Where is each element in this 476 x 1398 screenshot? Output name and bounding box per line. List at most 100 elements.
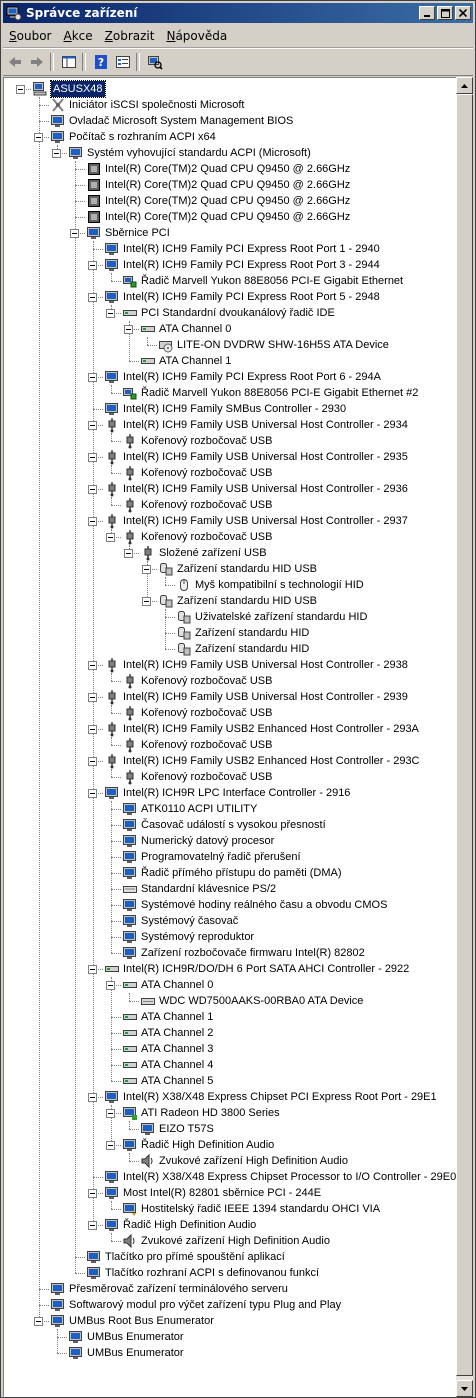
back-button[interactable] [5,52,25,72]
tree-node[interactable]: Intel(R) Core(TM)2 Quad CPU Q9450 @ 2.66… [86,161,350,177]
tree-node[interactable]: Intel(R) ICH9 Family USB Universal Host … [104,481,408,497]
tree-node[interactable]: UMBus Enumerator [68,1329,184,1345]
tree-node[interactable]: Most Intel(R) 82801 sběrnice PCI - 244E [104,1185,321,1201]
collapse-toggle-icon[interactable] [70,229,79,238]
tree-node[interactable]: Intel(R) ICH9 Family PCI Express Root Po… [104,257,380,273]
tree-node[interactable]: Uživatelské zařízení standardu HID [176,609,367,625]
tree-node[interactable]: WDC WD7500AAKS-00RBA0 ATA Device [140,993,363,1009]
collapse-toggle-icon[interactable] [88,725,97,734]
tree-node[interactable]: Intel(R) ICH9 Family USB Universal Host … [104,689,408,705]
collapse-toggle-icon[interactable] [124,325,133,334]
collapse-toggle-icon[interactable] [106,309,115,318]
tree-node[interactable]: Zařízení standardu HID USB [158,561,317,577]
title-bar[interactable]: Správce zařízení [3,3,473,23]
scan-hardware-button[interactable] [145,52,165,72]
minimize-button[interactable] [419,6,435,20]
tree-node[interactable]: Intel(R) X38/X48 Express Chipset PCI Exp… [104,1089,437,1105]
tree-node[interactable]: Myš kompatibilní s technologií HID [176,577,364,593]
help-button[interactable]: ? [91,52,111,72]
tree-node[interactable]: Časovač událostí s vysokou přesností [122,817,326,833]
tree-node[interactable]: EIZO T57S [140,1121,214,1137]
tree-node[interactable]: ATK0110 ACPI UTILITY [122,801,257,817]
tree-node[interactable]: ATA Channel 4 [122,1057,213,1073]
collapse-toggle-icon[interactable] [88,789,97,798]
tree-node[interactable]: Kořenový rozbočovač USB [122,497,272,513]
menu-akce[interactable]: Akce [57,29,98,43]
collapse-toggle-icon[interactable] [88,757,97,766]
collapse-toggle-icon[interactable] [88,1189,97,1198]
collapse-toggle-icon[interactable] [88,693,97,702]
tree-node[interactable]: Intel(R) ICH9 Family USB Universal Host … [104,657,408,673]
tree-node[interactable]: Řadič přímého přístupu do paměti (DMA) [122,865,342,881]
tree-node[interactable]: Řadič High Definition Audio [122,1137,274,1153]
tree-node[interactable]: Kořenový rozbočovač USB [122,465,272,481]
tree-node[interactable]: Iniciátor iSCSI společnosti Microsoft [50,97,244,113]
tree-node[interactable]: Intel(R) ICH9R LPC Interface Controller … [104,785,350,801]
collapse-toggle-icon[interactable] [106,1141,115,1150]
tree-node[interactable]: Zařízení standardu HID [176,625,309,641]
tree-node[interactable]: Intel(R) Core(TM)2 Quad CPU Q9450 @ 2.66… [86,209,350,225]
close-button[interactable] [455,6,471,20]
tree-node[interactable]: Standardní klávesnice PS/2 [122,881,276,897]
tree-node[interactable]: ATA Channel 3 [122,1041,213,1057]
tree-node[interactable]: Řadič High Definition Audio [104,1217,256,1233]
tree-node[interactable]: Zvukové zařízení High Definition Audio [122,1233,330,1249]
menu-zobrazit[interactable]: Zobrazit [99,29,161,43]
tree-node[interactable]: Kořenový rozbočovač USB [122,529,272,545]
collapse-toggle-icon[interactable] [88,453,97,462]
tree-node[interactable]: Intel(R) ICH9 Family PCI Express Root Po… [104,289,380,305]
collapse-toggle-icon[interactable] [34,133,43,142]
collapse-toggle-icon[interactable] [88,421,97,430]
tree-node[interactable]: Intel(R) ICH9 Family PCI Express Root Po… [104,241,380,257]
collapse-toggle-icon[interactable] [88,1221,97,1230]
device-tree-panel[interactable]: ASUSX48 Iniciátor iSCSI společnosti Micro… [3,77,457,1397]
collapse-toggle-icon[interactable] [88,485,97,494]
tree-node[interactable]: Kořenový rozbočovač USB [122,433,272,449]
show-hide-tree-button[interactable] [59,52,79,72]
tree-node[interactable]: Počítač s rozhraním ACPI x64 [50,129,216,145]
collapse-toggle-icon[interactable] [88,965,97,974]
tree-node[interactable]: Intel(R) ICH9 Family PCI Express Root Po… [104,369,381,385]
tree-node[interactable]: Intel(R) ICH9R/DO/DH 6 Port SATA AHCI Co… [104,961,409,977]
collapse-toggle-icon[interactable] [88,293,97,302]
collapse-toggle-icon[interactable] [52,149,61,158]
tree-node[interactable]: Řadič Marvell Yukon 88E8056 PCI-E Gigabi… [122,385,418,401]
collapse-toggle-icon[interactable] [106,1109,115,1118]
menu-napoveda[interactable]: Nápověda [160,29,233,43]
tree-node[interactable]: Systémový časovač [122,913,238,929]
menu-soubor[interactable]: Soubor [3,29,57,43]
tree-node[interactable]: Programovatelný řadič přerušení [122,849,301,865]
tree-node[interactable]: Systémový reproduktor [122,929,254,945]
scroll-up-button[interactable] [456,77,473,94]
tree-node[interactable]: ATA Channel 0 [140,321,231,337]
tree-node[interactable]: Intel(R) ICH9 Family SMBus Controller - … [104,401,346,417]
maximize-button[interactable] [437,6,453,20]
tree-node[interactable]: Intel(R) Core(TM)2 Quad CPU Q9450 @ 2.66… [86,193,350,209]
collapse-toggle-icon[interactable] [88,661,97,670]
tree-node[interactable]: Zařízení standardu HID USB [158,593,317,609]
vertical-scrollbar[interactable] [456,77,473,1397]
tree-node[interactable]: Řadič Marvell Yukon 88E8056 PCI-E Gigabi… [122,273,403,289]
collapse-toggle-icon[interactable] [16,85,25,94]
tree-node[interactable]: Složené zařízení USB [140,545,267,561]
tree-node[interactable]: Kořenový rozbočovač USB [122,737,272,753]
collapse-toggle-icon[interactable] [142,597,151,606]
tree-node[interactable]: ATA Channel 1 [122,1009,213,1025]
tree-node[interactable]: Kořenový rozbočovač USB [122,705,272,721]
tree-node[interactable]: ATA Channel 1 [140,353,231,369]
tree-node[interactable]: Hostitelský řadič IEEE 1394 standardu OH… [122,1201,380,1217]
tree-node[interactable]: Numerický datový procesor [122,833,274,849]
tree-node[interactable]: Intel(R) X38/X48 Express Chipset Process… [104,1169,456,1185]
tree-node[interactable]: PCI Standardní dvoukanálový řadič IDE [122,305,335,321]
forward-button[interactable] [27,52,47,72]
tree-node[interactable]: ATA Channel 0 [122,977,213,993]
tree-node[interactable]: ATI Radeon HD 3800 Series [122,1105,280,1121]
tree-node[interactable]: Ovladač Microsoft System Management BIOS [50,113,293,129]
tree-node[interactable]: Intel(R) ICH9 Family USB Universal Host … [104,513,408,529]
tree-node[interactable]: Systém vyhovující standardu ACPI (Micros… [68,145,311,161]
collapse-toggle-icon[interactable] [88,1093,97,1102]
tree-node[interactable]: ATA Channel 5 [122,1073,213,1089]
tree-node[interactable]: Intel(R) Core(TM)2 Quad CPU Q9450 @ 2.66… [86,177,350,193]
tree-node[interactable]: Tlačítko pro přímé spouštění aplikací [86,1249,285,1265]
collapse-toggle-icon[interactable] [88,517,97,526]
